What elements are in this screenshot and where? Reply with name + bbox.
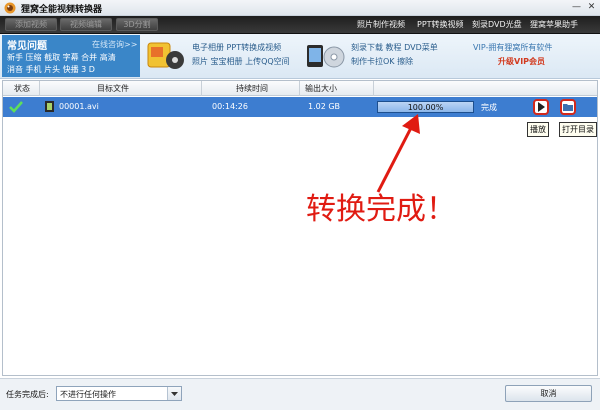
ppt-video-icon[interactable] [146,39,186,71]
table-row[interactable]: 00001.avi 00:14:26 1.02 GB 100.00% 完成 [3,97,597,117]
after-task-value: 不进行任何操作 [60,390,116,399]
row-target-file: 00001.avi [59,102,99,111]
table-header: 状态 目标文件 持续时间 输出大小 [3,81,597,96]
row-duration: 00:14:26 [212,102,248,111]
after-task-label: 任务完成后: [6,390,49,399]
toolbar-link-photo-video[interactable]: 照片制作视频 [357,19,405,30]
column-divider[interactable] [201,81,202,96]
film-file-icon [45,101,54,112]
chevron-down-icon [171,392,178,396]
promo-dvd-line2[interactable]: 制作卡拉OK 擦除 [351,56,413,67]
column-divider[interactable] [373,81,374,96]
window-title: 狸窝全能视频转换器 [21,5,103,15]
cancel-button[interactable]: 取消 [505,385,592,402]
app-logo-icon [4,2,16,14]
upgrade-vip-link[interactable]: 升级VIP会员 [498,56,545,67]
promo-dvd-line1[interactable]: 刻录下载 教程 DVD菜单 [351,42,438,53]
play-icon [538,102,545,112]
header-target-file[interactable]: 目标文件 [97,83,129,94]
folder-icon [563,104,573,111]
column-divider[interactable] [299,81,300,96]
conversion-task-table: 状态 目标文件 持续时间 输出大小 00001.avi 00:14:26 1.0… [2,80,598,376]
faq-panel: 常见问题 在线咨询>> 新手 压缩 截取 字幕 合并 高清 消音 手机 片头 快… [2,35,140,77]
faq-topics-row-1[interactable]: 新手 压缩 截取 字幕 合并 高清 [7,52,116,63]
play-tooltip: 播放 [527,122,549,137]
split-3d-button[interactable]: 3D分割 [116,18,158,31]
check-icon [9,101,23,113]
promo-banner: 常见问题 在线咨询>> 新手 压缩 截取 字幕 合并 高清 消音 手机 片头 快… [0,34,600,79]
toolbar-link-ppt-video[interactable]: PPT转换视频 [417,19,464,30]
faq-title: 常见问题 [7,41,47,52]
close-button[interactable]: ✕ [585,2,598,13]
header-status[interactable]: 状态 [14,83,30,94]
after-task-select[interactable]: 不进行任何操作 [56,386,182,401]
title-bar: 狸窝全能视频转换器 — ✕ [0,0,600,16]
promo-vip-line1[interactable]: VIP-拥有狸窝所有软件 [473,42,552,53]
footer-bar: 任务完成后: 不进行任何操作 取消 [0,378,600,410]
toolbar-link-apple-helper[interactable]: 狸窝苹果助手 [530,19,578,30]
add-video-button[interactable]: 添加视频 [5,18,57,31]
minimize-button[interactable]: — [570,2,583,13]
video-edit-button[interactable]: 视频编辑 [60,18,112,31]
column-divider[interactable] [39,81,40,96]
conversion-complete-annotation: 转换完成！ [306,192,456,227]
row-output-size: 1.02 GB [308,102,341,111]
dvd-burn-icon[interactable] [305,39,345,71]
annotation-arrow-icon [376,114,420,193]
faq-topics-row-2[interactable]: 消音 手机 片头 快播 3 D [7,64,95,75]
open-folder-button[interactable] [560,99,576,115]
dropdown-button[interactable] [167,387,181,400]
toolbar-link-burn-dvd[interactable]: 刻录DVD光盘 [472,19,522,30]
row-status-text: 完成 [481,103,497,112]
open-folder-tooltip: 打开目录 [559,122,597,137]
header-output-size[interactable]: 输出大小 [305,83,337,94]
faq-online-link[interactable]: 在线咨询>> [92,39,137,50]
promo-photo-album-line1[interactable]: 电子相册 PPT转换成视频 [192,42,281,53]
promo-photo-album-line2[interactable]: 照片 宝宝相册 上传QQ空间 [192,56,290,67]
toolbar: 添加视频 视频编辑 3D分割 照片制作视频 PPT转换视频 刻录DVD光盘 狸窝… [0,16,600,34]
header-duration[interactable]: 持续时间 [236,83,268,94]
play-button[interactable] [533,99,549,115]
